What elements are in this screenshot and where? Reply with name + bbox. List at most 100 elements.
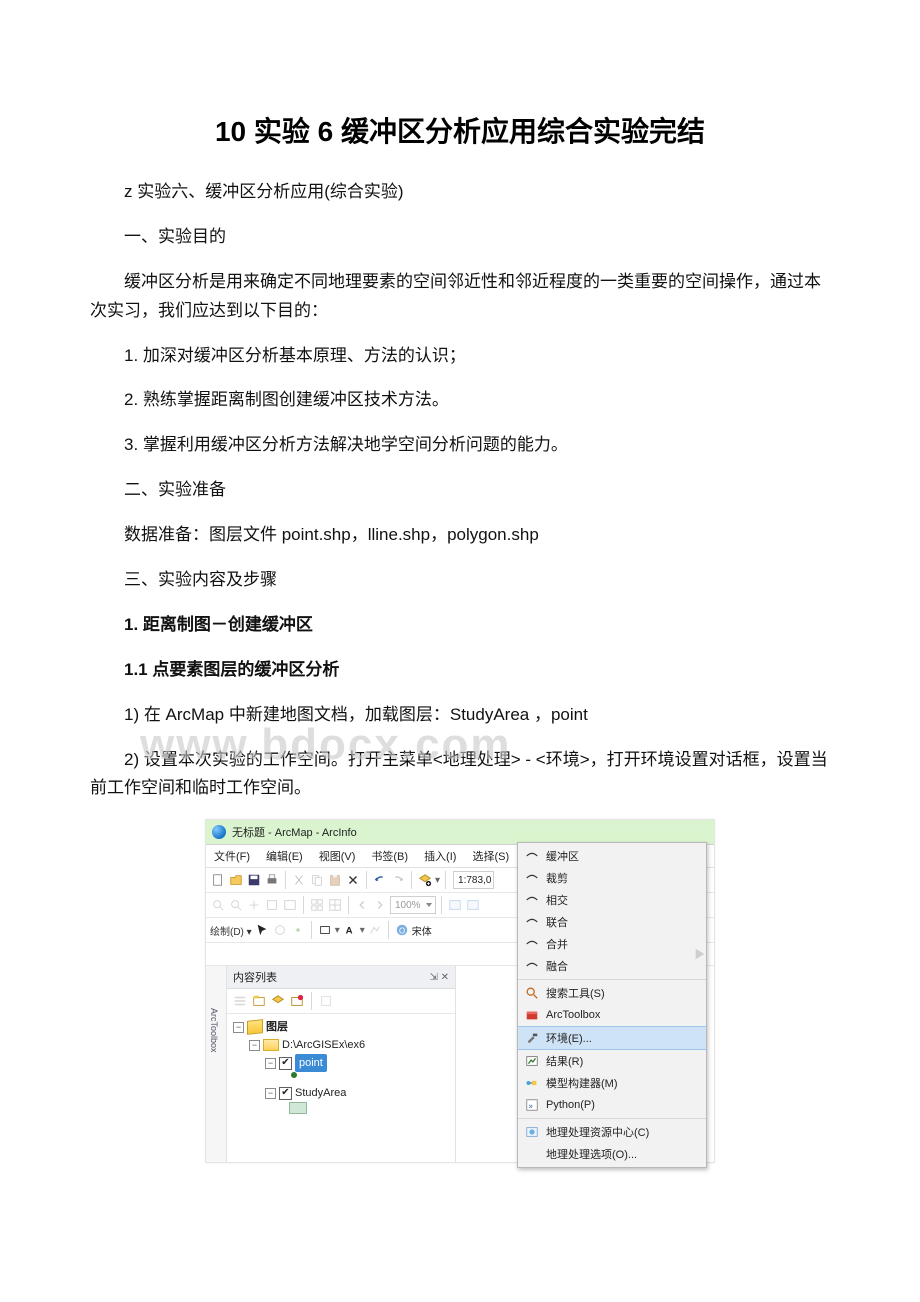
hammer-icon [525, 1031, 539, 1045]
collapse-icon[interactable]: − [265, 1088, 276, 1099]
dataframe2-icon[interactable] [465, 897, 481, 913]
menu-separator-2 [518, 1118, 706, 1119]
collapse-icon[interactable]: − [265, 1058, 276, 1069]
dataframe-icon[interactable] [447, 897, 463, 913]
mi-merge[interactable]: 合并 [518, 933, 706, 955]
scale-box[interactable]: 1:783,0 [453, 871, 494, 889]
dissolve-icon [525, 959, 539, 973]
toolbox-icon [525, 1008, 539, 1022]
grid1-icon[interactable] [309, 897, 325, 913]
list-by-selection-icon[interactable] [289, 993, 305, 1009]
fwd-icon[interactable] [372, 897, 388, 913]
menu-select[interactable]: 选择(S) [464, 845, 517, 867]
mi-union[interactable]: 联合 [518, 911, 706, 933]
checkbox-icon[interactable]: ✔ [279, 1087, 292, 1100]
pan-icon[interactable] [246, 897, 262, 913]
tree-layer-studyarea[interactable]: − ✔ StudyArea [233, 1084, 449, 1102]
mi-gp-options[interactable]: 地理处理选项(O)... [518, 1143, 706, 1165]
svg-text:»: » [529, 1102, 534, 1111]
merge-icon [525, 937, 539, 951]
model-icon [525, 1076, 539, 1090]
resource-icon [525, 1125, 539, 1139]
copy-icon[interactable] [309, 872, 325, 888]
mi-arctoolbox[interactable]: ArcToolbox [518, 1004, 706, 1026]
para-sec1: 一、实验目的 [90, 223, 830, 252]
zoom-in-icon[interactable] [210, 897, 226, 913]
point-symbol-icon [291, 1072, 297, 1078]
layout-icon[interactable] [282, 897, 298, 913]
undo-icon[interactable] [372, 872, 388, 888]
mi-clip[interactable]: 裁剪 [518, 867, 706, 889]
menu-insert[interactable]: 插入(I) [416, 845, 464, 867]
edit-arrow-icon[interactable] [692, 946, 708, 962]
app-icon [212, 825, 226, 839]
zoom-percent[interactable]: 100% [390, 896, 436, 914]
zoom-out-icon[interactable] [228, 897, 244, 913]
edit-vertices-icon[interactable] [367, 922, 383, 938]
font-family-icon[interactable]: O [394, 922, 410, 938]
marker-icon[interactable] [290, 922, 306, 938]
menu-bookmark[interactable]: 书签(B) [363, 845, 416, 867]
python-icon: » [525, 1098, 539, 1112]
para-goal2: 2. 熟练掌握距离制图创建缓冲区技术方法。 [90, 386, 830, 415]
checkbox-icon[interactable]: ✔ [279, 1057, 292, 1070]
select-tool-icon[interactable] [254, 922, 270, 938]
options-icon[interactable] [318, 993, 334, 1009]
intersect-icon [525, 893, 539, 907]
para-subtitle: z 实验六、缓冲区分析应用(综合实验) [90, 178, 830, 207]
save-icon[interactable] [246, 872, 262, 888]
mi-search-tools[interactable]: 搜索工具(S) [518, 982, 706, 1004]
mi-dissolve[interactable]: 融合 [518, 955, 706, 977]
para-goal1: 1. 加深对缓冲区分析基本原理、方法的认识； [90, 342, 830, 371]
print-icon[interactable] [264, 872, 280, 888]
open-icon[interactable] [228, 872, 244, 888]
cut-icon[interactable] [291, 872, 307, 888]
collapse-icon[interactable]: − [233, 1022, 244, 1033]
mi-python[interactable]: »Python(P) [518, 1094, 706, 1116]
para-intro: 缓冲区分析是用来确定不同地理要素的空间邻近性和邻近程度的一类重要的空间操作，通过… [90, 268, 830, 326]
mi-buffer[interactable]: 缓冲区 [518, 845, 706, 867]
back-icon[interactable] [354, 897, 370, 913]
mi-model-builder[interactable]: 模型构建器(M) [518, 1072, 706, 1094]
tree-layer-point[interactable]: − ✔ point [233, 1054, 449, 1072]
menu-separator [518, 979, 706, 980]
menu-file[interactable]: 文件(F) [206, 845, 258, 867]
draw-dropdown[interactable]: 绘制(D) ▾ [210, 923, 252, 938]
mi-resource-center[interactable]: 地理处理资源中心(C) [518, 1121, 706, 1143]
mi-environments[interactable]: 环境(E)... [518, 1026, 706, 1050]
collapse-icon[interactable]: − [249, 1040, 260, 1051]
mi-intersect[interactable]: 相交 [518, 889, 706, 911]
rotate-icon[interactable] [272, 922, 288, 938]
search-icon [525, 986, 539, 1000]
font-label: 宋体 [412, 923, 432, 938]
tree-folder[interactable]: − D:\ArcGISEx\ex6 [233, 1036, 449, 1054]
menu-edit[interactable]: 编辑(E) [258, 845, 311, 867]
mi-results[interactable]: 结果(R) [518, 1050, 706, 1072]
add-data-icon[interactable] [417, 872, 433, 888]
grid2-icon[interactable] [327, 897, 343, 913]
paste-icon[interactable] [327, 872, 343, 888]
folder-icon [263, 1039, 279, 1051]
side-tab-strip[interactable]: ArcToolbox [206, 966, 227, 1162]
layer-point-label: point [295, 1054, 327, 1072]
menu-view[interactable]: 视图(V) [311, 845, 364, 867]
list-by-visibility-icon[interactable] [270, 993, 286, 1009]
toc-pin-close[interactable]: ⇲ ✕ [429, 972, 449, 983]
list-by-drawing-icon[interactable] [232, 993, 248, 1009]
redo-icon[interactable] [390, 872, 406, 888]
list-by-source-icon[interactable] [251, 993, 267, 1009]
full-extent-icon[interactable] [264, 897, 280, 913]
clip-icon [525, 871, 539, 885]
delete-icon[interactable] [345, 872, 361, 888]
app-title: 无标题 - ArcMap - ArcInfo [232, 824, 357, 840]
layer-tree: − 图层 − D:\ArcGISEx\ex6 − ✔ point [227, 1014, 455, 1120]
para-step2: 2) 设置本次实验的工作空间。打开主菜单<地理处理> - <环境>，打开环境设置… [90, 746, 830, 804]
para-sec2: 二、实验准备 [90, 476, 830, 505]
tree-root-layers[interactable]: − 图层 [233, 1018, 449, 1036]
rect-tool-icon[interactable] [317, 922, 333, 938]
para-data: 数据准备：图层文件 point.shp，lline.shp，polygon.sh… [90, 521, 830, 550]
new-icon[interactable] [210, 872, 226, 888]
text-tool-icon[interactable]: A [342, 922, 358, 938]
geoprocessing-dropdown: 缓冲区 裁剪 相交 联合 合并 融合 搜索工具(S) ArcToolbox 环境… [517, 842, 707, 1168]
union-icon [525, 915, 539, 929]
